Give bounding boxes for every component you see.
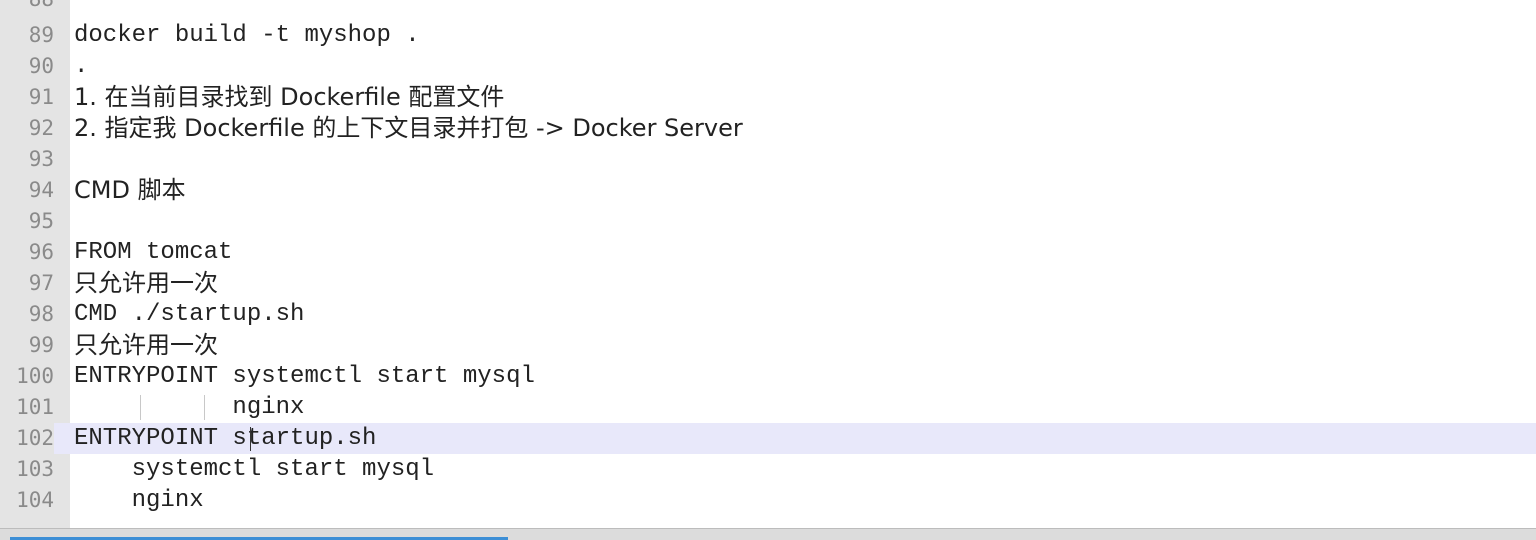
line-text[interactable]: ENTRYPOINT startup.sh xyxy=(74,423,376,454)
line-number: 99 xyxy=(0,330,54,361)
line-text[interactable]: nginx xyxy=(74,485,204,516)
line-number: 98 xyxy=(0,299,54,330)
line-number: 96 xyxy=(0,237,54,268)
line-text[interactable]: . xyxy=(74,51,88,82)
line-text[interactable]: 2. 指定我 Dockerfile 的上下文目录并打包 -> Docker Se… xyxy=(74,113,743,144)
line-text[interactable]: nginx xyxy=(74,392,304,423)
line-number: 91 xyxy=(0,82,54,113)
code-line[interactable]: 91 1. 在当前目录找到 Dockerfile 配置文件 xyxy=(0,82,1536,113)
line-number: 103 xyxy=(0,454,54,485)
code-line[interactable]: 90 . xyxy=(0,51,1536,82)
code-line[interactable]: 101 nginx xyxy=(0,392,1536,423)
line-number: 97 xyxy=(0,268,54,299)
code-line[interactable]: 100 ENTRYPOINT systemctl start mysql xyxy=(0,361,1536,392)
code-line[interactable]: 89 docker build -t myshop . xyxy=(0,20,1536,51)
code-line[interactable]: 94 CMD 脚本 xyxy=(0,175,1536,206)
code-line[interactable]: 103 systemctl start mysql xyxy=(0,454,1536,485)
line-number: 88 xyxy=(0,0,54,15)
line-number: 100 xyxy=(0,361,54,392)
code-line[interactable]: 97 只允许用一次 xyxy=(0,268,1536,299)
line-number: 104 xyxy=(0,485,54,516)
line-number: 93 xyxy=(0,144,54,175)
line-number: 92 xyxy=(0,113,54,144)
line-text[interactable]: docker build -t myshop . xyxy=(74,20,420,51)
line-number: 89 xyxy=(0,20,54,51)
code-line[interactable]: 96 FROM tomcat xyxy=(0,237,1536,268)
line-number: 94 xyxy=(0,175,54,206)
line-text[interactable]: CMD 脚本 xyxy=(74,175,186,206)
text-caret xyxy=(250,427,251,451)
code-line-current[interactable]: 102 ENTRYPOINT startup.sh xyxy=(0,423,1536,454)
line-number: 102 xyxy=(0,423,54,454)
line-text[interactable]: 只允许用一次 xyxy=(74,268,218,299)
line-number: 101 xyxy=(0,392,54,423)
line-text[interactable]: 1. 在当前目录找到 Dockerfile 配置文件 xyxy=(74,82,504,113)
code-line[interactable]: 98 CMD ./startup.sh xyxy=(0,299,1536,330)
code-line[interactable]: 95 xyxy=(0,206,1536,237)
line-number: 95 xyxy=(0,206,54,237)
code-line[interactable]: 92 2. 指定我 Dockerfile 的上下文目录并打包 -> Docker… xyxy=(0,113,1536,144)
line-text[interactable]: systemctl start mysql xyxy=(74,454,434,485)
code-line[interactable]: 88 xyxy=(0,0,1536,15)
line-number: 90 xyxy=(0,51,54,82)
line-text[interactable]: CMD ./startup.sh xyxy=(74,299,304,330)
line-text[interactable]: 只允许用一次 xyxy=(74,330,218,361)
code-line[interactable]: 99 只允许用一次 xyxy=(0,330,1536,361)
text-editor[interactable]: 88 89 docker build -t myshop . 90 . 91 1… xyxy=(0,0,1536,540)
line-text[interactable]: ENTRYPOINT systemctl start mysql xyxy=(74,361,535,392)
horizontal-scrollbar[interactable] xyxy=(0,528,1536,540)
line-text[interactable]: FROM tomcat xyxy=(74,237,232,268)
code-line[interactable]: 104 nginx xyxy=(0,485,1536,516)
code-line[interactable]: 93 xyxy=(0,144,1536,175)
